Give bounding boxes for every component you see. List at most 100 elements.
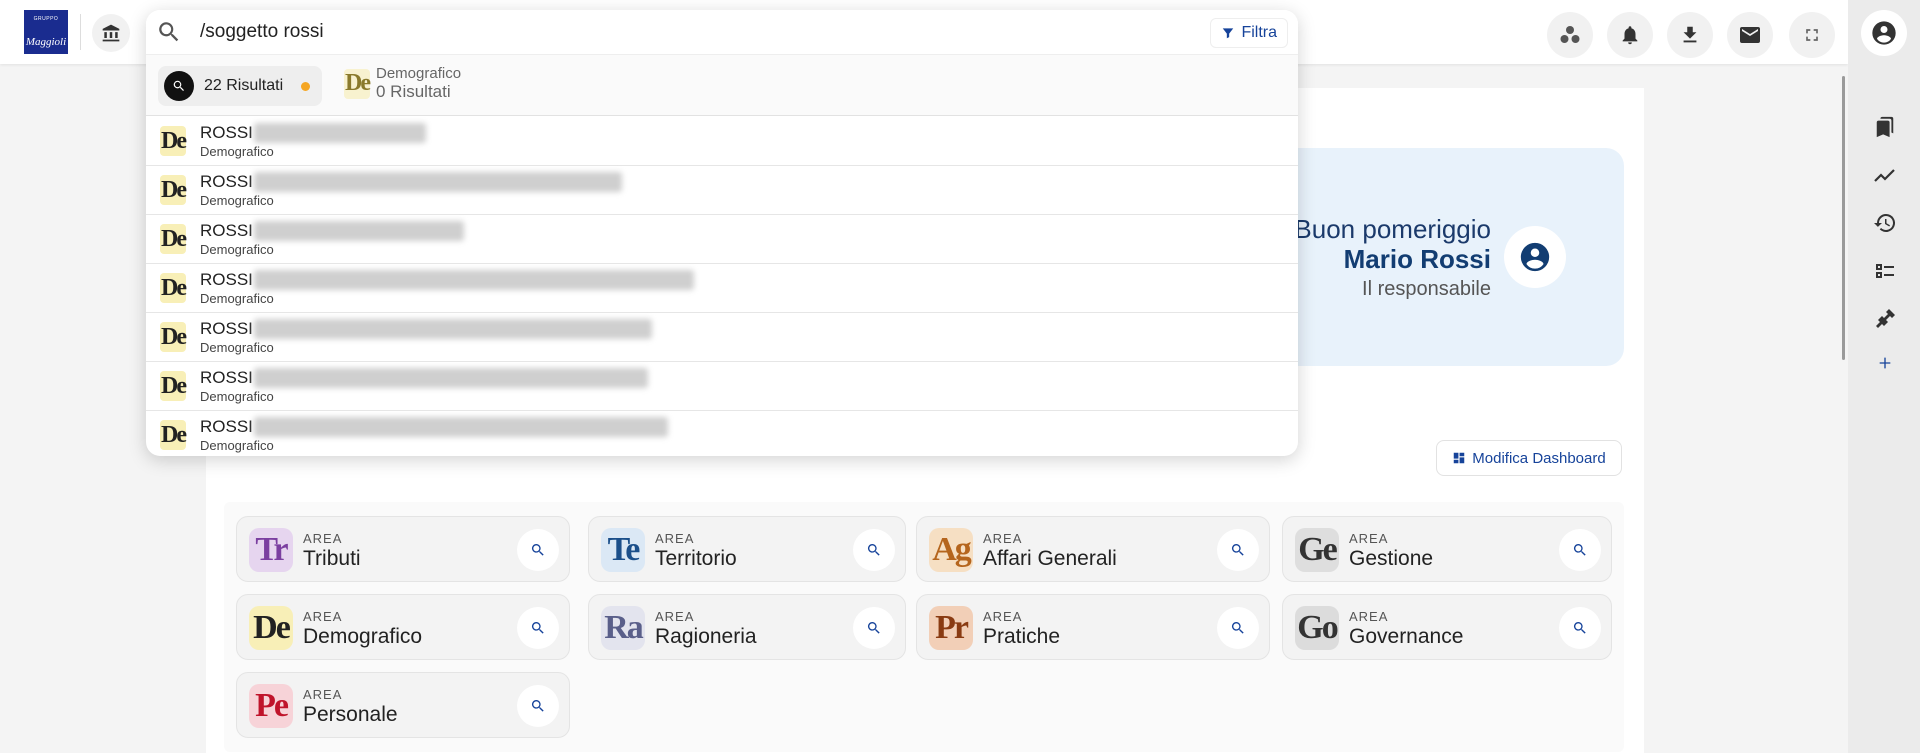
area-kicker: AREA (303, 531, 343, 546)
area-kicker: AREA (1349, 609, 1389, 624)
result-category: Demografico (200, 193, 274, 208)
search-icon (531, 622, 544, 634)
result-category: Demografico (200, 242, 274, 257)
search-result-item[interactable]: De ROSSI Demografico (146, 264, 1298, 313)
institution-button[interactable] (92, 14, 130, 52)
search-icon (867, 622, 880, 634)
messages-button[interactable] (1727, 12, 1773, 58)
mail-icon (1740, 27, 1760, 43)
result-badge-icon: De (160, 371, 187, 401)
area-card[interactable]: Go AREA Governance (1282, 594, 1612, 660)
edit-dashboard-label: Modifica Dashboard (1472, 449, 1606, 467)
fullscreen-button[interactable] (1789, 12, 1835, 58)
area-search-button[interactable] (1217, 607, 1259, 649)
area-search-button[interactable] (517, 607, 559, 649)
area-name: Affari Generali (983, 547, 1117, 570)
search-icon (867, 544, 880, 556)
area-card[interactable]: Pr AREA Pratiche (916, 594, 1270, 660)
area-card[interactable]: Ra AREA Ragioneria (588, 594, 906, 660)
rail-trends[interactable] (1872, 162, 1898, 188)
area-card[interactable]: Pe AREA Personale (236, 672, 570, 738)
history-icon (1874, 213, 1896, 232)
redacted-details (254, 172, 622, 192)
edit-dashboard-button[interactable]: Modifica Dashboard (1436, 440, 1622, 476)
redacted-details (254, 123, 426, 143)
area-name: Governance (1349, 625, 1464, 648)
account-circle-icon (1872, 21, 1896, 45)
rail-bookmarks[interactable] (1872, 114, 1898, 140)
welcome-avatar[interactable] (1504, 226, 1566, 288)
search-result-item[interactable]: De ROSSI Demografico (146, 362, 1298, 411)
rail-scrollbar[interactable] (1842, 76, 1845, 360)
search-icon (1231, 622, 1244, 634)
search-icon (531, 544, 544, 556)
demografico-badge-icon: De (344, 68, 371, 99)
result-name: ROSSI (200, 172, 253, 191)
bank-icon (102, 24, 120, 42)
result-name: ROSSI (200, 368, 253, 387)
result-name: ROSSI (200, 270, 253, 289)
rail-plugins[interactable] (1872, 306, 1898, 332)
result-name: ROSSI (200, 417, 253, 436)
search-icon (531, 700, 544, 712)
search-circle-icon (164, 71, 194, 101)
area-badge: Pe (249, 684, 293, 728)
search-icon (1573, 544, 1586, 556)
tab-all-results[interactable]: 22 Risultati (158, 66, 322, 106)
tab-demografico[interactable]: De Demografico 0 Risultati (344, 65, 461, 102)
area-card[interactable]: Te AREA Territorio (588, 516, 906, 582)
area-badge: Pr (929, 606, 973, 650)
rail-history[interactable] (1872, 210, 1898, 236)
area-search-button[interactable] (853, 607, 895, 649)
result-badge-icon: De (160, 175, 187, 205)
redacted-details (254, 319, 652, 339)
area-badge: Te (601, 528, 645, 572)
downloads-button[interactable] (1667, 12, 1713, 58)
area-card[interactable]: Ag AREA Affari Generali (916, 516, 1270, 582)
area-search-button[interactable] (1559, 529, 1601, 571)
tab-all-label: 22 Risultati (204, 77, 284, 94)
search-result-item[interactable]: De ROSSI Demografico (146, 313, 1298, 362)
area-card[interactable]: De AREA Demografico (236, 594, 570, 660)
apps-button[interactable] (1547, 12, 1593, 58)
user-name: Mario Rossi (1343, 244, 1491, 274)
search-bar: Filtra (146, 10, 1298, 54)
area-search-button[interactable] (517, 529, 559, 571)
checklist-icon (1876, 264, 1894, 278)
result-name: ROSSI (200, 319, 253, 338)
rail-add[interactable] (1872, 350, 1898, 376)
notifications-button[interactable] (1607, 12, 1653, 58)
area-name: Personale (303, 703, 398, 726)
search-result-item[interactable]: De ROSSI Demografico (146, 117, 1298, 166)
area-search-button[interactable] (853, 529, 895, 571)
area-kicker: AREA (303, 609, 343, 624)
result-name: ROSSI (200, 123, 253, 142)
rail-checklist[interactable] (1872, 258, 1898, 284)
logo-brand-text: Maggioli (25, 36, 67, 48)
plug-icon (1876, 309, 1895, 328)
result-badge-icon: De (160, 224, 187, 254)
area-kicker: AREA (983, 609, 1023, 624)
bookmarks-icon (1876, 116, 1894, 138)
area-search-button[interactable] (1559, 607, 1601, 649)
bell-icon (1622, 26, 1638, 45)
area-card[interactable]: Ge AREA Gestione (1282, 516, 1612, 582)
search-input[interactable] (200, 18, 1040, 46)
filter-button[interactable]: Filtra (1210, 18, 1288, 48)
area-search-button[interactable] (1217, 529, 1259, 571)
area-kicker: AREA (983, 531, 1023, 546)
result-category: Demografico (200, 438, 274, 453)
areas-panel: Tr AREA Tributi Te AREA Territorio Ag AR… (224, 502, 1624, 752)
result-category: Demografico (200, 389, 274, 404)
result-badge-icon: De (160, 420, 187, 450)
right-rail (1848, 0, 1920, 753)
maggioli-logo[interactable]: GRUPPO Maggioli (24, 10, 68, 54)
area-search-button[interactable] (517, 685, 559, 727)
area-kicker: AREA (655, 609, 695, 624)
search-result-item[interactable]: De ROSSI Demografico (146, 215, 1298, 264)
search-result-item[interactable]: De ROSSI Demografico (146, 411, 1298, 456)
area-card[interactable]: Tr AREA Tributi (236, 516, 570, 582)
account-button[interactable] (1861, 10, 1907, 56)
area-badge: Ag (929, 528, 973, 572)
search-result-item[interactable]: De ROSSI Demografico (146, 166, 1298, 215)
